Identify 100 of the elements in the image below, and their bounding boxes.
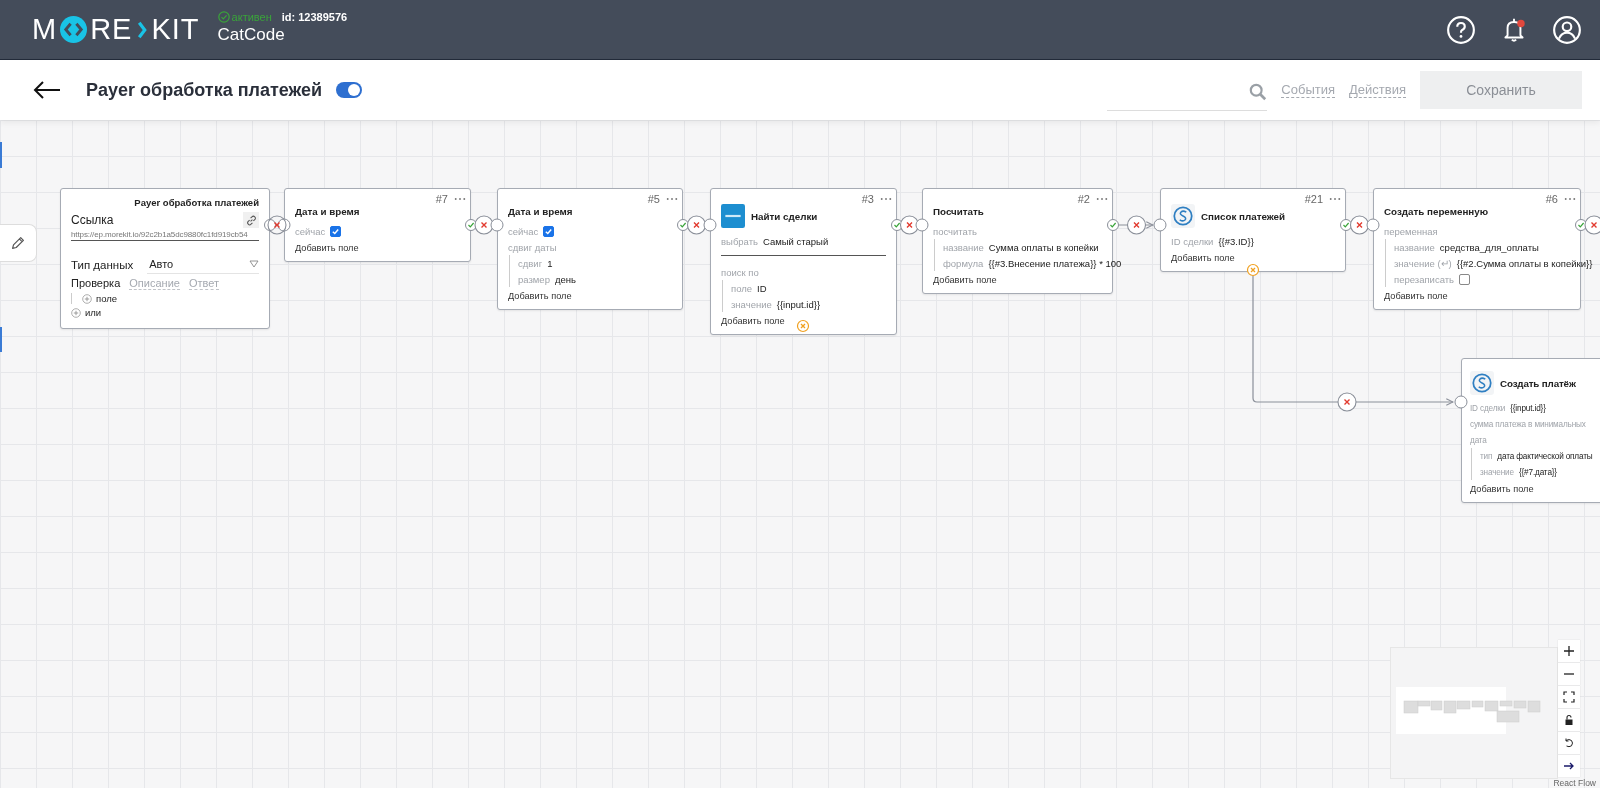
- add-field-button[interactable]: Добавить поле: [721, 316, 785, 326]
- node-title: Создать переменную: [1384, 205, 1489, 217]
- add-field-button[interactable]: Добавить поле: [1384, 291, 1448, 301]
- field-value[interactable]: Сумма оплаты в копейки: [988, 241, 1099, 253]
- field-value[interactable]: ID: [757, 282, 767, 294]
- more-icon[interactable]: [666, 196, 678, 201]
- node-tab[interactable]: Проверка: [71, 277, 121, 290]
- checkbox[interactable]: [543, 225, 555, 237]
- field-value[interactable]: {{input.id}}: [776, 298, 821, 310]
- field-value[interactable]: дата фактической оплаты: [1497, 451, 1593, 461]
- app-logo-icon: [1171, 204, 1195, 228]
- field-value[interactable]: 1: [547, 257, 553, 269]
- add-field-button[interactable]: Добавить поле: [508, 291, 572, 301]
- fit-view-button[interactable]: [1558, 686, 1580, 708]
- dropdown-icon: [249, 260, 259, 268]
- logo-text: M: [32, 15, 58, 44]
- copy-link-button[interactable]: [243, 212, 259, 228]
- field-value[interactable]: {{#3.ID}}: [1218, 235, 1254, 247]
- account-id: id: 12389576: [281, 10, 348, 23]
- add-field-button[interactable]: Добавить поле: [933, 275, 997, 285]
- condition-label: или: [85, 307, 102, 318]
- field-label: сейчас: [508, 225, 539, 237]
- target-handle[interactable]: [703, 218, 717, 232]
- checkbox[interactable]: [1459, 273, 1470, 285]
- field-label: сейчас: [295, 225, 326, 237]
- group-label: сдвиг даты: [508, 241, 557, 253]
- field-label: сумма платежа в минимальных: [1470, 419, 1586, 429]
- field-label: название: [1394, 241, 1435, 253]
- node-title: Payer обработка платежей: [133, 197, 259, 208]
- field-label: Ссылка: [71, 213, 114, 227]
- field-label: выбрать: [721, 235, 758, 247]
- checkbox[interactable]: [330, 225, 342, 237]
- app-logo-icon: [1470, 371, 1494, 395]
- fit-view-icon: [1563, 691, 1575, 703]
- field-label: значение (↵): [1394, 257, 1452, 269]
- webhook-link[interactable]: https://ep.morekit.io/92c2b1a5dc9880fc1fd919cb54: [71, 230, 259, 241]
- condition-label: поле: [96, 293, 118, 304]
- target-handle[interactable]: [490, 218, 504, 232]
- edge-line: [1118, 221, 1154, 229]
- back-arrow-icon[interactable]: [32, 80, 62, 100]
- arrow-icon: [1563, 760, 1575, 772]
- workspace-name: CatCode: [217, 24, 286, 45]
- node-title: Список платежей: [1201, 210, 1286, 222]
- field-label: Тип данных: [71, 258, 134, 271]
- app-logo-icon: [721, 204, 745, 228]
- edge-connector[interactable]: [264, 215, 291, 235]
- arrow-button[interactable]: [1558, 755, 1580, 777]
- add-field-button[interactable]: Добавить поле: [1470, 484, 1534, 494]
- type-select[interactable]: Авто: [147, 255, 259, 274]
- more-icon[interactable]: [1329, 196, 1341, 201]
- target-handle[interactable]: [1153, 218, 1167, 232]
- edit-button[interactable]: [0, 224, 37, 262]
- help-icon[interactable]: [1446, 14, 1476, 45]
- lock-icon: [1563, 714, 1575, 726]
- undo-button[interactable]: [1558, 732, 1580, 754]
- delete-edge-button[interactable]: [1126, 215, 1147, 235]
- field-value[interactable]: {{#2.Сумма оплаты в копейки}}: [1456, 257, 1593, 269]
- target-handle[interactable]: [1366, 218, 1380, 232]
- logo-circle-icon: [60, 16, 88, 43]
- target-handle[interactable]: [915, 218, 929, 232]
- delete-edge-button[interactable]: [686, 215, 707, 235]
- more-icon[interactable]: [880, 196, 892, 201]
- delete-edge-button[interactable]: [1584, 215, 1600, 235]
- node-number: #3: [861, 192, 874, 205]
- field-value[interactable]: {{input.id}}: [1510, 403, 1546, 413]
- add-field-button[interactable]: Добавить поле: [1171, 253, 1235, 263]
- lock-button[interactable]: [1558, 709, 1580, 731]
- field-value[interactable]: средства_для_оплаты: [1439, 241, 1539, 253]
- field-value[interactable]: Самый старый: [763, 235, 829, 247]
- field-label: ID сделки: [1470, 403, 1506, 413]
- zoom-in-button[interactable]: [1558, 640, 1580, 662]
- group-label: дата: [1470, 435, 1487, 445]
- add-field-button[interactable]: Добавить поле: [295, 243, 359, 253]
- attribution-link[interactable]: React Flow: [1553, 778, 1596, 788]
- user-icon[interactable]: [1552, 14, 1582, 45]
- toggle-switch[interactable]: [336, 82, 363, 98]
- field-value[interactable]: {{#3.Внесение платежа}} * 100: [988, 257, 1122, 269]
- group-label: посчитать: [933, 225, 977, 237]
- delete-edge-button[interactable]: [1349, 215, 1370, 235]
- group-label: поиск по: [721, 266, 759, 278]
- field-value[interactable]: день: [554, 273, 576, 285]
- more-icon[interactable]: [454, 196, 466, 201]
- error-handle[interactable]: [796, 319, 810, 333]
- source-handle[interactable]: [1107, 219, 1119, 231]
- more-icon[interactable]: [1564, 196, 1576, 201]
- zoom-out-button[interactable]: [1558, 663, 1580, 685]
- delete-edge-button[interactable]: [1337, 392, 1357, 412]
- plus-icon[interactable]: [82, 293, 92, 304]
- field-label: тип: [1480, 451, 1493, 461]
- field-label: перезаписать: [1394, 273, 1454, 285]
- link-icon: [244, 213, 258, 227]
- field-label: название: [943, 241, 984, 253]
- target-handle[interactable]: [1454, 395, 1468, 409]
- status-label: активен: [217, 10, 272, 23]
- field-label: сдвиг: [518, 257, 543, 269]
- field-value[interactable]: {{#7.дата}}: [1518, 467, 1557, 477]
- plus-icon[interactable]: [71, 307, 81, 318]
- plus-icon: [1563, 645, 1575, 657]
- error-handle[interactable]: [1246, 263, 1260, 277]
- more-icon[interactable]: [1096, 196, 1108, 201]
